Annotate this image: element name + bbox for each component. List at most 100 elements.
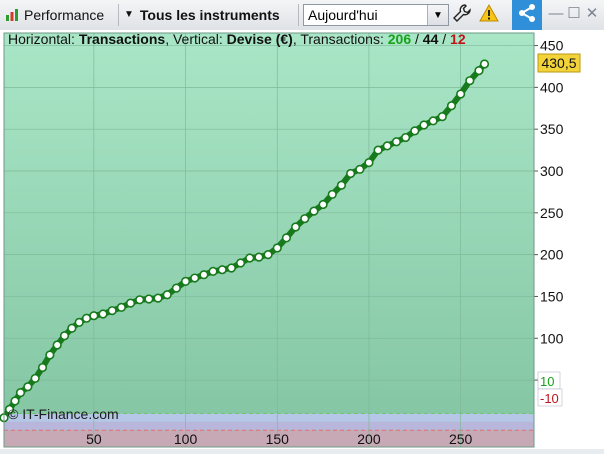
- caret-down-icon: ▼: [124, 9, 134, 20]
- trade-point: [364, 158, 374, 168]
- trade-point: [465, 76, 475, 86]
- period-value: Aujourd'hui: [308, 7, 378, 23]
- upper-band-label: 10: [540, 374, 554, 389]
- trade-point: [98, 309, 108, 319]
- x-tick-label: 50: [86, 431, 102, 447]
- y-tick-label: 100: [540, 330, 564, 346]
- minimize-button[interactable]: —: [547, 5, 565, 23]
- trade-point: [15, 388, 26, 398]
- trade-point: [419, 120, 429, 130]
- trade-point: [67, 323, 77, 333]
- trade-point: [355, 164, 365, 174]
- trade-point: [116, 302, 126, 312]
- chart-frame: 5010015020025050100150200250300350400450…: [0, 30, 604, 449]
- chevron-down-icon[interactable]: ▼: [427, 5, 448, 25]
- trade-point: [107, 306, 117, 316]
- instruments-label: Tous les instruments: [139, 6, 280, 23]
- trade-point: [281, 233, 292, 243]
- trade-point: [135, 295, 145, 305]
- performance-chart: 5010015020025050100150200250300350400450…: [0, 30, 604, 449]
- performance-button[interactable]: Performance: [5, 3, 117, 26]
- y-tick-label: 200: [540, 247, 564, 263]
- horizontal-value: Transactions: [79, 31, 166, 47]
- x-tick-label: 100: [174, 431, 198, 447]
- performance-label: Performance: [24, 6, 105, 23]
- trade-point: [318, 199, 328, 210]
- trade-point: [59, 331, 70, 341]
- trade-point: [125, 298, 136, 308]
- trade-point: [474, 66, 484, 76]
- y-tick-label: 250: [540, 205, 564, 221]
- x-tick-label: 250: [449, 431, 473, 447]
- y-tick-label: 150: [540, 288, 564, 304]
- bar-chart-icon: [5, 8, 19, 22]
- trade-point: [401, 132, 411, 143]
- trade-point: [153, 293, 163, 303]
- trade-point: [382, 141, 392, 151]
- trade-point: [199, 270, 209, 280]
- warning-icon: [479, 3, 499, 26]
- trade-point: [336, 180, 347, 190]
- x-tick-label: 200: [357, 431, 381, 447]
- zero-band: [4, 421, 534, 431]
- trade-point: [144, 294, 154, 304]
- trade-point: [23, 382, 33, 392]
- trade-point: [81, 313, 92, 323]
- maximize-button[interactable]: ☐: [565, 5, 583, 23]
- trade-point: [446, 101, 457, 111]
- separator-2: /: [438, 31, 450, 47]
- trade-point: [410, 126, 420, 136]
- trade-point: [190, 273, 200, 283]
- trade-point: [171, 283, 181, 293]
- trade-point: [272, 243, 282, 253]
- warning-button[interactable]: [479, 3, 503, 26]
- period-select[interactable]: Aujourd'hui ▼: [303, 4, 449, 26]
- instruments-selector[interactable]: ▼ Tous les instruments: [124, 3, 296, 26]
- y-tick-label: 450: [540, 38, 564, 54]
- vertical-value: Devise (€): [227, 31, 293, 47]
- transactions-losses: 12: [450, 31, 466, 47]
- trade-point: [217, 265, 227, 275]
- transactions-total: 206: [388, 31, 412, 47]
- trade-point: [300, 214, 310, 224]
- x-tick-label: 150: [266, 431, 290, 447]
- trade-point: [479, 59, 490, 69]
- trade-point: [180, 276, 191, 286]
- trade-point: [235, 258, 246, 268]
- trade-point: [74, 317, 84, 327]
- trade-point: [37, 362, 48, 373]
- y-tick-label: 400: [540, 79, 564, 95]
- share-button[interactable]: [512, 0, 542, 30]
- trade-point: [45, 350, 55, 360]
- chart-info: Horizontal: Transactions, Vertical: Devi…: [8, 31, 466, 47]
- transactions-label: , Transactions:: [293, 31, 388, 47]
- trade-point: [245, 253, 255, 263]
- trade-point: [89, 311, 99, 321]
- trade-point: [428, 116, 438, 126]
- close-button[interactable]: ✕: [583, 5, 601, 23]
- y-tick-label: 350: [540, 121, 564, 137]
- toolbar-separator: [118, 4, 119, 26]
- trade-point: [456, 89, 466, 99]
- vertical-label: , Vertical:: [165, 31, 226, 47]
- trade-point: [391, 137, 402, 147]
- watermark: © IT-Finance.com: [8, 406, 119, 422]
- trade-point: [208, 266, 218, 276]
- settings-button[interactable]: [452, 3, 476, 26]
- trade-point: [263, 250, 273, 260]
- trade-point: [254, 252, 264, 262]
- trade-point: [309, 206, 319, 216]
- lower-band-label: -10: [540, 391, 559, 406]
- share-icon: [517, 3, 537, 28]
- trade-point: [290, 222, 301, 232]
- trade-point: [437, 112, 447, 122]
- trade-point: [346, 168, 356, 179]
- transactions-wins: 44: [423, 31, 439, 47]
- trade-point: [30, 373, 40, 384]
- toolbar-separator: [298, 4, 299, 26]
- trade-point: [327, 189, 337, 200]
- trade-point: [10, 396, 20, 406]
- current-value: 430,5: [541, 55, 576, 71]
- plot-area: [4, 33, 534, 447]
- wrench-icon: [452, 3, 472, 26]
